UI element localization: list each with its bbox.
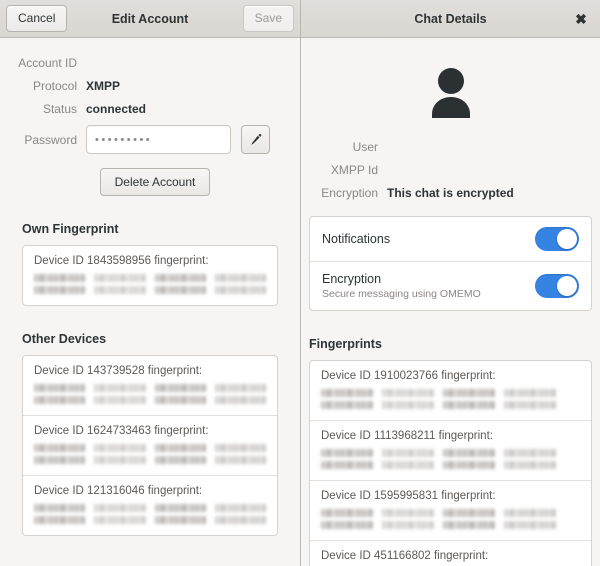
person-avatar-icon <box>418 60 484 126</box>
user-value-redacted <box>387 142 459 153</box>
fingerprints-card: Device ID 1910023766 fingerprint: Device… <box>309 360 592 566</box>
device-id-label: Device ID 1910023766 fingerprint: <box>321 370 496 382</box>
list-item[interactable]: Device ID 121316046 fingerprint: <box>23 475 277 535</box>
avatar <box>301 38 600 140</box>
xmpp-id-label: XMPP Id <box>330 163 378 177</box>
device-id-label: Device ID 1624733463 fingerprint: <box>34 425 209 437</box>
delete-account-button[interactable]: Delete Account <box>99 168 211 196</box>
list-item[interactable]: Device ID 1595995831 fingerprint: <box>310 480 591 540</box>
device-id-label: Device ID 143739528 fingerprint: <box>34 365 203 377</box>
encryption-toggle-label: Encryption <box>322 272 382 286</box>
protocol-label: Protocol <box>32 79 77 93</box>
fingerprint-value-redacted <box>34 384 266 404</box>
notifications-toggle[interactable] <box>535 227 579 251</box>
notifications-row[interactable]: Notifications <box>310 217 591 261</box>
account-form: Account ID Protocol XMPP Status connecte… <box>0 38 300 196</box>
list-item[interactable]: Device ID 1910023766 fingerprint: <box>310 361 591 420</box>
list-item[interactable]: Device ID 451166802 fingerprint: <box>310 540 591 566</box>
encryption-row: Encryption This chat is encrypted <box>313 186 588 200</box>
chat-details-title: Chat Details <box>414 11 487 26</box>
chat-details-panel: Chat Details ✖ User XMPP Id Encryption T… <box>300 0 600 566</box>
chat-details-headerbar: Chat Details ✖ <box>301 0 600 38</box>
edit-account-panel: Cancel Edit Account Save Account ID Prot… <box>0 0 300 566</box>
password-value: ••••••••• <box>95 133 153 146</box>
encryption-label: Encryption <box>321 186 378 200</box>
list-item[interactable]: Device ID 1113968211 fingerprint: <box>310 420 591 480</box>
close-icon[interactable]: ✖ <box>568 6 594 32</box>
device-id-label: Device ID 1595995831 fingerprint: <box>321 490 496 502</box>
fingerprint-value-redacted <box>321 509 580 529</box>
fingerprint-value-redacted <box>34 274 266 294</box>
list-item[interactable]: Device ID 1843598956 fingerprint: <box>23 246 277 305</box>
status-label: Status <box>42 102 77 116</box>
protocol-row: Protocol XMPP <box>12 79 288 93</box>
save-button[interactable]: Save <box>242 5 294 32</box>
status-row: Status connected <box>12 102 288 116</box>
account-id-label: Account ID <box>18 56 77 70</box>
edit-account-headerbar: Cancel Edit Account Save <box>0 0 300 38</box>
user-row: User <box>313 140 588 154</box>
list-item[interactable]: Device ID 143739528 fingerprint: <box>23 356 277 415</box>
other-devices-card: Device ID 143739528 fingerprint: Device … <box>22 355 278 536</box>
fingerprint-value-redacted <box>321 389 580 409</box>
settings-toggle-card: Notifications Encryption Secure messagin… <box>309 216 592 311</box>
app-window: Cancel Edit Account Save Account ID Prot… <box>0 0 600 566</box>
edit-account-body: Account ID Protocol XMPP Status connecte… <box>0 38 300 566</box>
status-value: connected <box>86 102 147 116</box>
encryption-value: This chat is encrypted <box>387 186 514 200</box>
toggle-knob <box>557 229 577 249</box>
other-devices-title: Other Devices <box>22 332 107 346</box>
encryption-row-toggle[interactable]: Encryption Secure messaging using OMEMO <box>310 261 591 310</box>
account-id-value-redacted <box>86 58 190 69</box>
device-id-label: Device ID 121316046 fingerprint: <box>34 485 203 497</box>
fingerprint-value-redacted <box>34 504 266 524</box>
list-item[interactable]: Device ID 1624733463 fingerprint: <box>23 415 277 475</box>
protocol-value: XMPP <box>86 79 121 93</box>
delete-account-row: Delete Account <box>22 168 288 196</box>
encryption-toggle-subtitle: Secure messaging using OMEMO <box>322 288 481 300</box>
password-row: Password ••••••••• <box>12 125 288 154</box>
password-label: Password <box>24 132 77 147</box>
fingerprints-title: Fingerprints <box>309 337 382 351</box>
xmpp-id-value-redacted <box>387 165 527 176</box>
chat-info-form: User XMPP Id Encryption This chat is enc… <box>301 140 600 200</box>
user-label: User <box>352 140 378 154</box>
pencil-icon <box>249 133 263 147</box>
edit-password-button[interactable] <box>241 125 270 154</box>
device-id-label: Device ID 1113968211 fingerprint: <box>321 430 493 442</box>
account-id-row: Account ID <box>12 56 288 70</box>
own-fingerprint-title: Own Fingerprint <box>22 222 119 236</box>
chat-details-body: User XMPP Id Encryption This chat is enc… <box>301 38 600 566</box>
device-id-label: Device ID 451166802 fingerprint: <box>321 550 489 562</box>
password-input[interactable]: ••••••••• <box>86 125 231 154</box>
device-id-label: Device ID 1843598956 fingerprint: <box>34 255 209 267</box>
cancel-button[interactable]: Cancel <box>6 5 68 32</box>
xmpp-id-row: XMPP Id <box>313 163 588 177</box>
encryption-toggle[interactable] <box>535 274 579 298</box>
fingerprint-value-redacted <box>321 449 580 469</box>
fingerprint-value-redacted <box>34 444 266 464</box>
notifications-label: Notifications <box>322 232 391 246</box>
toggle-knob <box>557 276 577 296</box>
own-fingerprint-card: Device ID 1843598956 fingerprint: <box>22 245 278 306</box>
